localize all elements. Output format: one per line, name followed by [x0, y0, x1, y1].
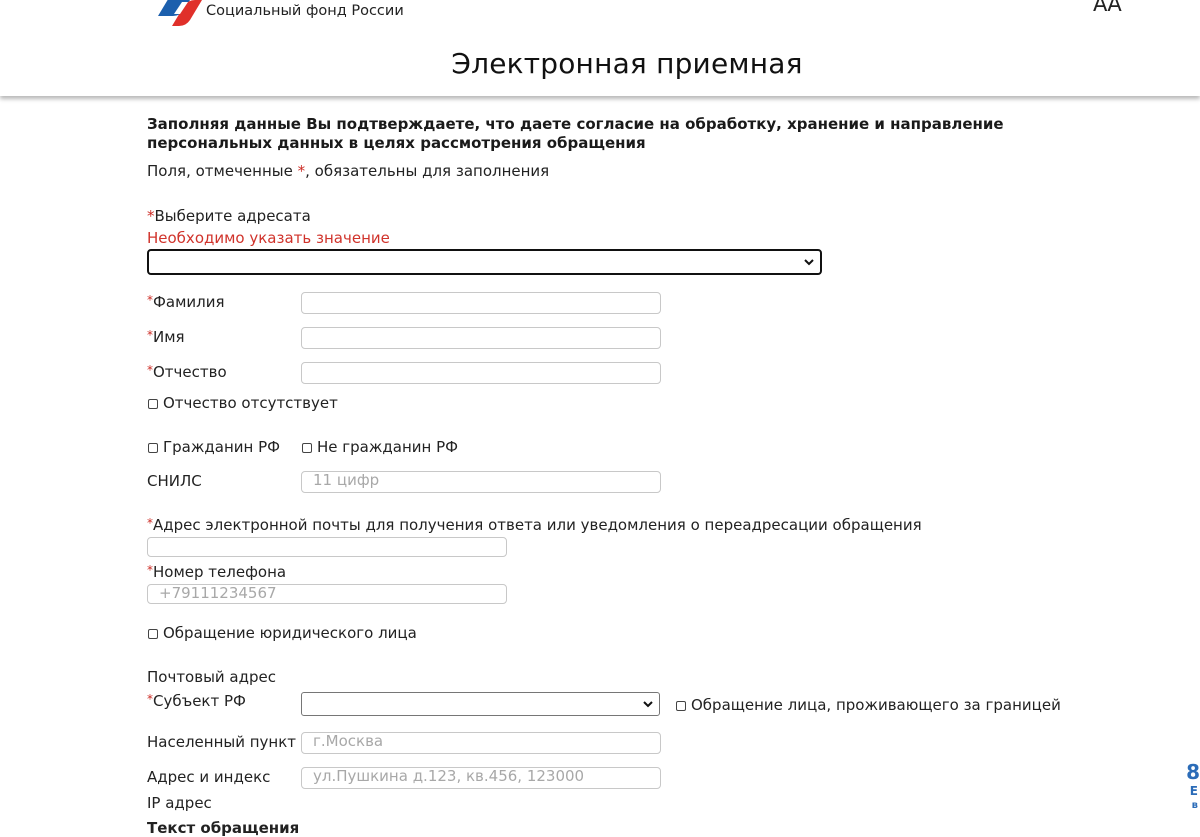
no-patronymic-label: Отчество отсутствует [163, 394, 338, 412]
required-note-suffix: , обязательны для заполнения [305, 162, 550, 180]
surname-label: *Фамилия [147, 293, 225, 311]
not-citizen-rf-checkbox[interactable] [302, 443, 312, 453]
address-input[interactable]: ул.Пушкина д.123, кв.456, 123000 [301, 767, 661, 789]
side-widget-digit[interactable]: 8 [1186, 760, 1200, 784]
region-label: *Субъект РФ [147, 692, 246, 710]
legal-entity-label: Обращение юридического лица [163, 624, 417, 642]
legal-entity-checkbox[interactable] [148, 629, 158, 639]
surname-input[interactable] [301, 292, 661, 314]
chevron-down-icon [804, 259, 814, 266]
address-label: Адрес и индекс [147, 768, 271, 786]
abroad-label: Обращение лица, проживающего за границей [691, 696, 1061, 714]
postal-address-heading: Почтовый адрес [147, 668, 276, 686]
page-title: Электронная приемная [451, 47, 803, 80]
patronymic-input[interactable] [301, 362, 661, 384]
address-placeholder: ул.Пушкина д.123, кв.456, 123000 [313, 767, 585, 785]
sfr-logo-icon[interactable] [156, 0, 202, 26]
addressee-label: *Выберите адресата [147, 207, 311, 225]
abroad-checkbox[interactable] [676, 701, 686, 711]
name-label: *Имя [147, 328, 185, 346]
locality-placeholder: г.Москва [313, 732, 384, 750]
phone-label: *Номер телефона [147, 563, 287, 581]
ip-address-label: IP адрес [147, 794, 212, 812]
citizen-rf-label: Гражданин РФ [163, 438, 281, 456]
consent-text: Заполняя данные Вы подтверждаете, что да… [147, 115, 1004, 152]
not-citizen-rf-label: Не гражданин РФ [317, 438, 459, 456]
locality-label: Населенный пункт [147, 733, 297, 751]
citizen-rf-checkbox[interactable] [148, 443, 158, 453]
chevron-down-icon [643, 701, 653, 708]
region-select[interactable] [301, 692, 660, 716]
appeal-text-label: Текст обращения [147, 819, 300, 837]
org-name[interactable]: Социальный фонд России [206, 3, 404, 19]
side-widget-line1: Е [1189, 784, 1198, 798]
required-note-prefix: Поля, отмеченные [147, 162, 293, 180]
patronymic-label: *Отчество [147, 363, 227, 381]
side-widget-line2: в [1191, 800, 1198, 811]
site-header: Социальный фонд России АА Электронная пр… [0, 0, 1200, 96]
addressee-select[interactable] [147, 249, 822, 275]
addressee-error: Необходимо указать значение [147, 229, 390, 247]
font-size-toggle[interactable]: АА [1093, 0, 1122, 16]
snils-label: СНИЛС [147, 472, 202, 490]
email-label: *Адрес электронной почты для получения о… [147, 516, 922, 534]
required-star: * [297, 162, 306, 180]
no-patronymic-checkbox[interactable] [148, 399, 158, 409]
snils-placeholder: 11 цифр [313, 471, 380, 489]
phone-input[interactable]: +79111234567 [147, 584, 507, 604]
name-input[interactable] [301, 327, 661, 349]
locality-input[interactable]: г.Москва [301, 732, 661, 754]
snils-input[interactable]: 11 цифр [301, 471, 661, 493]
required-fields-note: Поля, отмеченные *, обязательны для запо… [147, 162, 549, 180]
phone-placeholder: +79111234567 [159, 584, 277, 602]
email-input[interactable] [147, 537, 507, 557]
